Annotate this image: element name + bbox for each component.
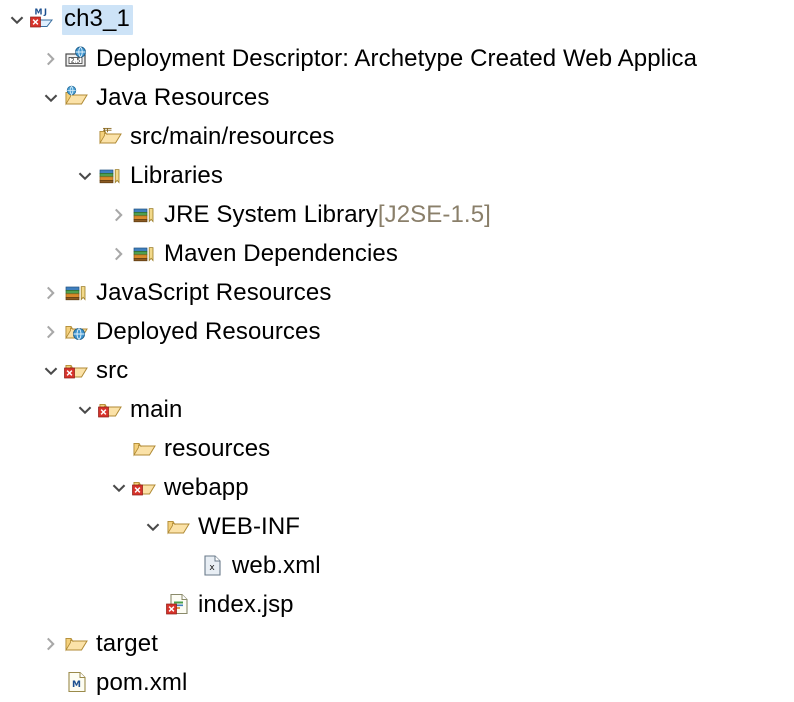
tree-row-label: WEB-INF — [198, 513, 300, 541]
tree-row-web-xml[interactable]: x web.xml — [0, 546, 794, 585]
maven-web-project-icon: MJ — [30, 7, 56, 33]
library-icon — [64, 280, 90, 306]
error-badge-icon — [64, 367, 75, 378]
tree-row-name: Deployed Resources — [96, 317, 321, 345]
tree-row-name: src — [96, 356, 129, 384]
library-icon — [132, 202, 158, 228]
folder-icon — [132, 436, 158, 462]
tree-row-name: Maven Dependencies — [164, 239, 398, 267]
tree-row-web-inf[interactable]: WEB-INF — [0, 507, 794, 546]
tree-row-ch3_1[interactable]: M Jch3_1 — [0, 0, 794, 39]
folder-icon — [64, 631, 90, 657]
library-icon — [132, 241, 158, 267]
tree-row-label: main — [130, 396, 182, 424]
error-badge-icon — [132, 484, 143, 495]
chevron-down-icon[interactable] — [72, 390, 98, 429]
chevron-right-icon[interactable] — [38, 39, 64, 78]
library-icon — [98, 163, 124, 189]
chevron-right-icon[interactable] — [106, 195, 132, 234]
error-badge-icon — [30, 16, 41, 27]
tree-row-name: Java Resources — [96, 83, 270, 111]
folder-icon — [132, 475, 158, 501]
xml-file-icon: x — [200, 553, 226, 579]
tree-row-name: web.xml — [232, 551, 321, 579]
tree-row-name: WEB-INF — [198, 512, 301, 540]
svg-text:x: x — [209, 563, 215, 573]
chevron-down-icon[interactable] — [106, 468, 132, 507]
folder-icon — [64, 358, 90, 384]
chevron-right-icon[interactable] — [38, 624, 64, 663]
tree-row-name: JRE System Library — [164, 200, 378, 228]
svg-text:M: M — [72, 680, 81, 690]
tree-row-libraries[interactable]: Libraries — [0, 156, 794, 195]
deployed-resources-icon — [64, 319, 90, 345]
tree-row-label: pom.xml — [96, 669, 187, 697]
jsp-file-icon — [166, 592, 192, 618]
tree-row-label: target — [96, 630, 158, 658]
tree-row-label: web.xml — [232, 552, 321, 580]
tree-row-label: Deployed Resources — [96, 318, 321, 346]
chevron-down-icon[interactable] — [72, 156, 98, 195]
tree-row-deployment-descriptor[interactable]: 2.5 Deployment Descriptor: Archetype Crea… — [0, 39, 794, 78]
chevron-right-icon[interactable] — [106, 234, 132, 273]
tree-row-name: Deployment Descriptor: Archetype Created… — [96, 44, 698, 72]
folder-icon — [166, 514, 192, 540]
tree-row-name: JavaScript Resources — [96, 278, 332, 306]
tree-row-pom-xml[interactable]: Mpom.xml — [0, 663, 794, 702]
tree-row-label: JavaScript Resources — [96, 279, 331, 307]
chevron-down-icon[interactable] — [38, 351, 64, 390]
tree-row-deployed-resources[interactable]: Deployed Resources — [0, 312, 794, 351]
tree-row-name: target — [96, 629, 158, 657]
chevron-down-icon[interactable] — [4, 0, 30, 39]
deployment-descriptor-icon: 2.5 — [64, 46, 90, 72]
tree-row-suffix: [J2SE-1.5] — [377, 200, 491, 228]
tree-row-label: ch3_1 — [62, 4, 133, 35]
tree-row-java-resources[interactable]: Java Resources — [0, 78, 794, 117]
tree-row-label: src/main/resources — [130, 123, 335, 151]
error-badge-icon — [166, 603, 177, 614]
tree-row-name: src/main/resources — [130, 122, 335, 150]
tree-row-maven-dependencies[interactable]: Maven Dependencies — [0, 234, 794, 273]
tree-row-name: index.jsp — [198, 590, 294, 618]
chevron-down-icon[interactable] — [140, 507, 166, 546]
chevron-right-icon[interactable] — [38, 312, 64, 351]
svg-text:M: M — [35, 7, 43, 16]
maven-pom-icon: M — [64, 670, 90, 696]
tree-row-label: JRE System Library [J2SE-1.5] — [164, 201, 491, 229]
error-badge-icon — [98, 406, 109, 417]
tree-row-label: Java Resources — [96, 84, 269, 112]
tree-row-main[interactable]: main — [0, 390, 794, 429]
tree-row-label: Deployment Descriptor: Archetype Created… — [96, 45, 697, 73]
tree-row-webapp[interactable]: webapp — [0, 468, 794, 507]
tree-row-src-main-resources[interactable]: src/main/resources — [0, 117, 794, 156]
tree-row-name: webapp — [164, 473, 249, 501]
tree-row-label: index.jsp — [198, 591, 294, 619]
tree-row-jre-system-library[interactable]: JRE System Library [J2SE-1.5] — [0, 195, 794, 234]
tree-row-resources[interactable]: resources — [0, 429, 794, 468]
tree-row-label: Maven Dependencies — [164, 240, 398, 268]
tree-row-target[interactable]: target — [0, 624, 794, 663]
tree-row-name: Libraries — [130, 161, 223, 189]
tree-row-index-jsp[interactable]: index.jsp — [0, 585, 794, 624]
tree-row-javascript-resources[interactable]: JavaScript Resources — [0, 273, 794, 312]
project-explorer-tree[interactable]: M Jch3_1 2.5 Deployment Descriptor: Archety… — [0, 0, 794, 696]
tree-row-label: resources — [164, 435, 270, 463]
tree-row-src[interactable]: src — [0, 351, 794, 390]
tree-row-name: main — [130, 395, 183, 423]
chevron-right-icon[interactable] — [38, 273, 64, 312]
tree-row-label: Libraries — [130, 162, 223, 190]
svg-text:J: J — [43, 7, 47, 16]
tree-row-name: ch3_1 — [62, 4, 133, 35]
tree-row-name: resources — [164, 434, 271, 462]
svg-text:2.5: 2.5 — [71, 57, 81, 64]
folder-icon — [98, 397, 124, 423]
chevron-down-icon[interactable] — [38, 78, 64, 117]
tree-row-label: src — [96, 357, 128, 385]
source-folder-icon — [98, 124, 124, 150]
tree-row-name: pom.xml — [96, 668, 188, 696]
tree-row-label: webapp — [164, 474, 249, 502]
java-resources-icon — [64, 85, 90, 111]
